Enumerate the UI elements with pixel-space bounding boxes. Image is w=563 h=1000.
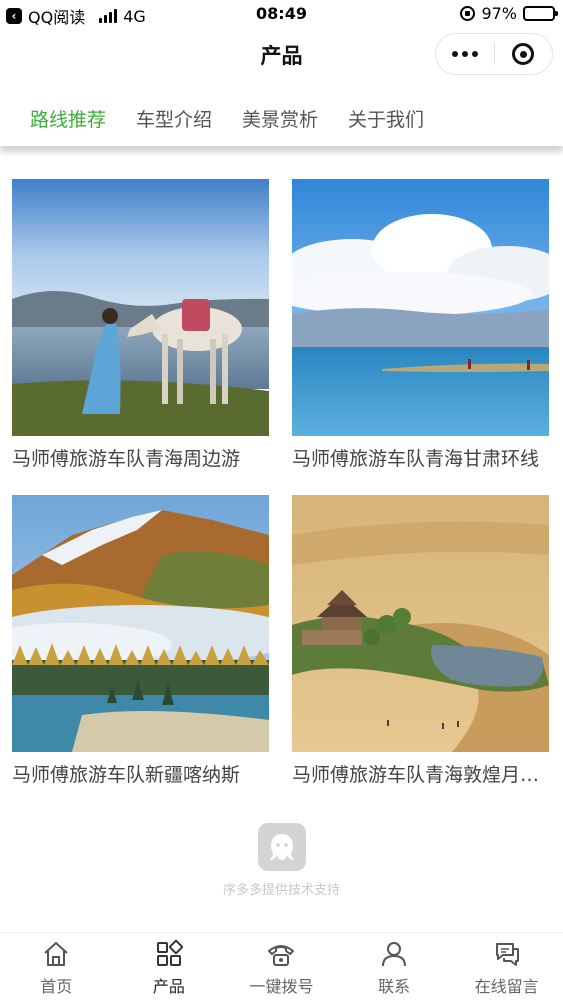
- grid-icon: [156, 940, 183, 966]
- tabbar-item-products[interactable]: 产品: [113, 933, 226, 1000]
- tab-about-us[interactable]: 关于我们: [348, 105, 424, 132]
- product-title[interactable]: 马师傅旅游车队新疆喀纳斯: [12, 762, 269, 788]
- tabbar-label: 联系: [378, 977, 411, 996]
- tab-route-recommend[interactable]: 路线推荐: [30, 105, 106, 132]
- product-title[interactable]: 马师傅旅游车队青海周边游: [12, 446, 269, 472]
- product-card[interactable]: 马师傅旅游车队青海甘肃环线: [292, 179, 549, 472]
- octopus-icon: [257, 823, 306, 871]
- chat-icon: [495, 943, 519, 966]
- phone-icon: [268, 945, 295, 966]
- tabbar-label: 一键拨号: [249, 977, 314, 996]
- product-card[interactable]: 马师傅旅游车队青海周边游: [12, 179, 269, 472]
- status-right: 97%: [460, 4, 558, 23]
- more-options-button[interactable]: [436, 34, 494, 74]
- tabbar-item-contact[interactable]: 联系: [338, 933, 451, 1000]
- tabbar-item-message[interactable]: 在线留言: [450, 933, 563, 1000]
- product-title[interactable]: 马师傅旅游车队青海甘肃环线: [292, 446, 549, 472]
- close-miniprogram-button[interactable]: [494, 34, 552, 74]
- product-card[interactable]: 马师傅旅游车队新疆喀纳斯: [12, 495, 269, 788]
- product-image-desert-spring[interactable]: [292, 495, 549, 752]
- status-bar: ‹ QQ阅读 4G 08:49 97%: [0, 0, 563, 28]
- battery-icon: [523, 6, 558, 21]
- category-tabs: 路线推荐 车型介绍 美景赏析 关于我们: [0, 90, 563, 146]
- product-image-horse-lake[interactable]: [12, 179, 269, 436]
- product-title[interactable]: 马师傅旅游车队青海敦煌月牙泉: [292, 762, 549, 788]
- navigation-bar: 产品: [0, 28, 563, 84]
- product-card[interactable]: 马师傅旅游车队青海敦煌月牙泉: [292, 495, 549, 788]
- product-grid: 马师傅旅游车队青海周边游 马师傅旅游车队青海甘肃环线 马师傅旅游车队新疆喀纳斯 …: [12, 179, 549, 788]
- user-icon: [382, 942, 407, 967]
- tab-scenery[interactable]: 美景赏析: [242, 105, 318, 132]
- bottom-tabbar: 首页 产品 一键拨号 联系 在线留言: [0, 932, 563, 1000]
- home-icon: [44, 942, 68, 966]
- support-text[interactable]: 序多多提供技术支持: [0, 879, 563, 898]
- tech-support: 序多多提供技术支持: [0, 823, 563, 898]
- tabbar-item-call[interactable]: 一键拨号: [225, 933, 338, 1000]
- tabbar-item-home[interactable]: 首页: [0, 933, 113, 1000]
- tabbar-label: 首页: [40, 977, 73, 996]
- product-image-kanas[interactable]: [12, 495, 269, 752]
- tabbar-label: 在线留言: [474, 977, 539, 996]
- battery-percent: 97%: [481, 4, 517, 23]
- tabbar-label: 产品: [152, 977, 185, 996]
- tab-vehicle-intro[interactable]: 车型介绍: [136, 105, 212, 132]
- orientation-lock-icon: [460, 6, 476, 21]
- miniprogram-capsule: [435, 33, 553, 75]
- product-image-blue-lake[interactable]: [292, 179, 549, 436]
- target-icon: [512, 43, 535, 65]
